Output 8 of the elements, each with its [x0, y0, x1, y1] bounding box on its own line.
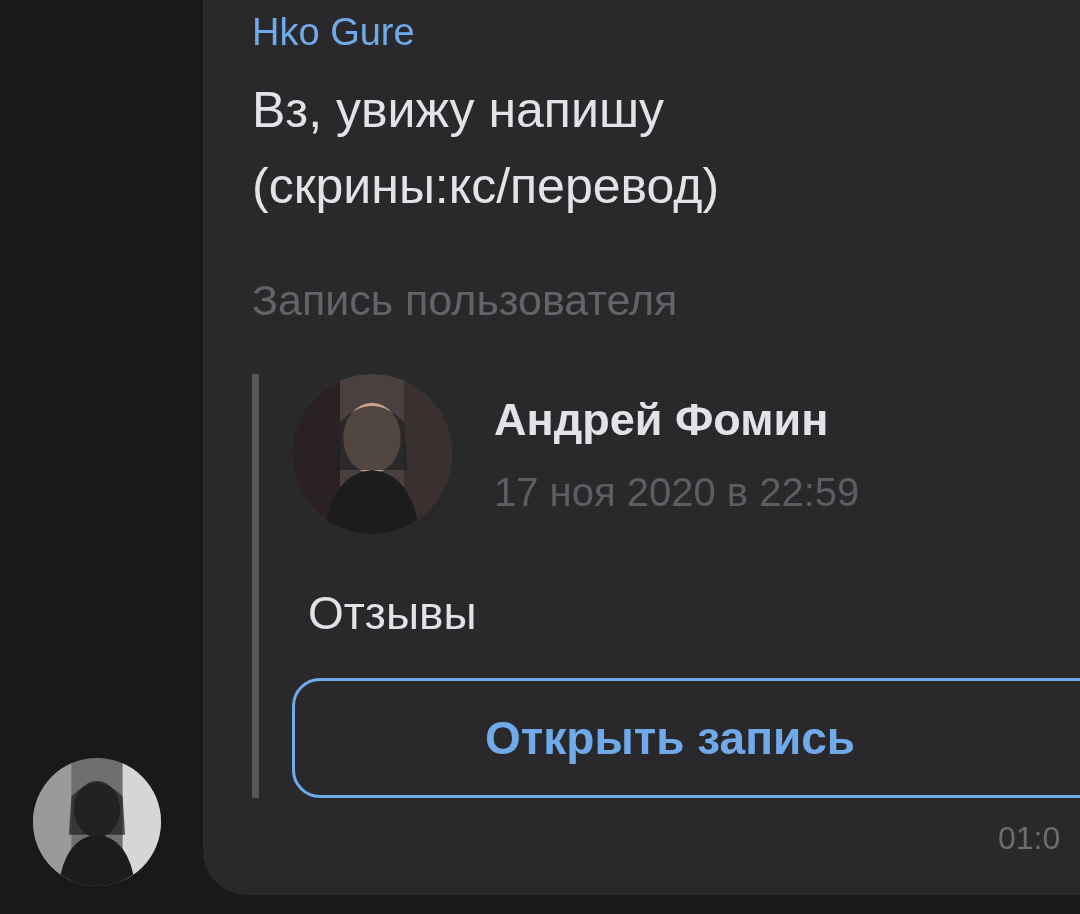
message-text: Вз, увижу напишу [252, 81, 665, 140]
post-author[interactable]: Андрей Фомин [494, 393, 860, 446]
message-time: 01:0 [998, 820, 1061, 857]
message-text: (скрины:кс/перевод) [252, 157, 721, 216]
open-post-button[interactable]: Открыть запись [292, 678, 1080, 798]
post-text: Отзывы [308, 586, 478, 640]
sender-name[interactable]: Нko Gure [252, 8, 1080, 56]
attachment-label: Запись пользователя [252, 275, 679, 326]
